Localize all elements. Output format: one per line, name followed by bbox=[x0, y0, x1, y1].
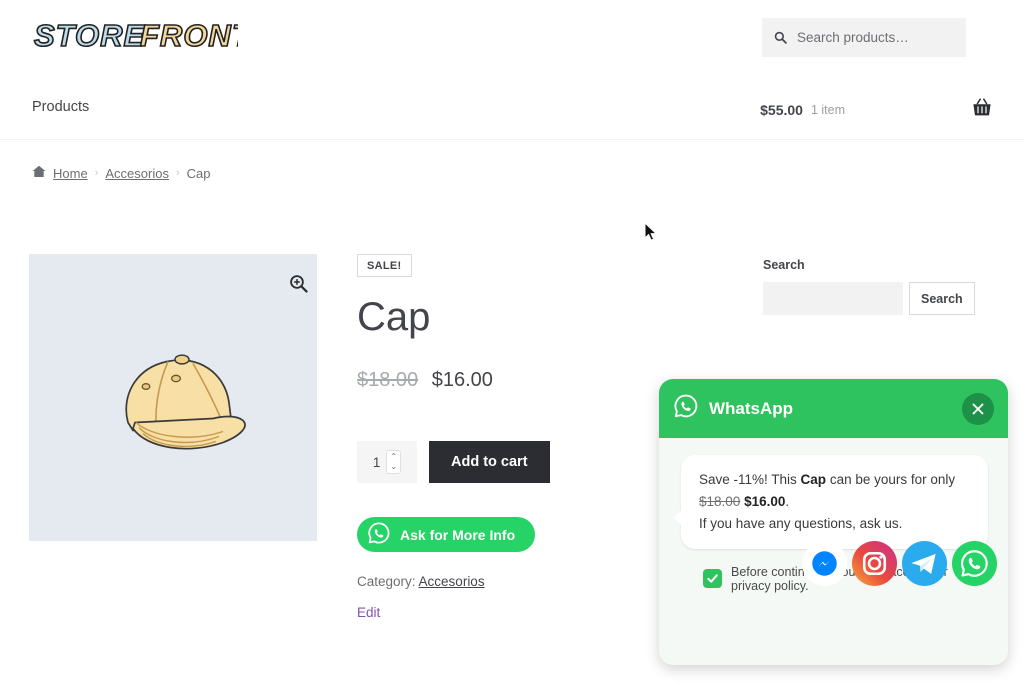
magnifier-plus-icon[interactable] bbox=[287, 272, 309, 294]
cart-total: $55.00 bbox=[760, 102, 803, 118]
search-icon bbox=[774, 31, 787, 44]
messenger-icon[interactable] bbox=[801, 540, 848, 587]
sidebar-search-heading: Search bbox=[763, 258, 805, 272]
whatsapp-widget: WhatsApp Save -11%! This Cap can be your… bbox=[659, 379, 1008, 665]
quantity-arrows[interactable]: ⌃ ⌄ bbox=[386, 450, 402, 474]
search-input[interactable] bbox=[795, 29, 954, 46]
site-logo[interactable]: STORE FRONT bbox=[32, 14, 238, 60]
sidebar: Search Search bbox=[763, 258, 975, 315]
message-line-2: $18.00 $16.00. bbox=[699, 491, 972, 513]
quantity-stepper[interactable]: 1 ⌃ ⌄ bbox=[357, 441, 417, 483]
price-current: $16.00 bbox=[431, 369, 493, 391]
message-product-name: Cap bbox=[800, 472, 827, 487]
telegram-icon[interactable] bbox=[901, 540, 948, 587]
site-header: STORE FRONT Products $55.00 1 item bbox=[0, 0, 1024, 140]
sidebar-search-widget: Search bbox=[763, 282, 975, 315]
message-text-c: can be yours for only bbox=[826, 472, 956, 487]
instagram-icon[interactable] bbox=[851, 540, 898, 587]
product-category-meta: Category: Accesorios bbox=[357, 574, 485, 589]
sidebar-search-button[interactable]: Search bbox=[909, 282, 975, 315]
home-icon[interactable] bbox=[32, 165, 46, 181]
breadcrumb-category[interactable]: Accesorios bbox=[105, 166, 169, 181]
quantity-up-icon[interactable]: ⌃ bbox=[390, 453, 397, 461]
svg-text:STORE: STORE bbox=[34, 18, 146, 53]
header-search[interactable] bbox=[762, 18, 966, 57]
quantity-down-icon[interactable]: ⌄ bbox=[390, 463, 397, 471]
basket-icon[interactable] bbox=[972, 98, 992, 122]
message-price-old: $18.00 bbox=[699, 493, 741, 509]
whatsapp-widget-body: Save -11%! This Cap can be yours for onl… bbox=[659, 438, 1008, 593]
mouse-cursor bbox=[644, 221, 658, 247]
price-original: $18.00 bbox=[357, 369, 419, 391]
social-links bbox=[801, 540, 998, 587]
breadcrumb-separator: › bbox=[94, 167, 99, 179]
sidebar-search-input[interactable] bbox=[763, 282, 903, 315]
cart-summary[interactable]: $55.00 1 item bbox=[760, 98, 992, 122]
add-to-cart-button[interactable]: Add to cart bbox=[429, 441, 550, 483]
whatsapp-widget-title: WhatsApp bbox=[709, 398, 794, 418]
message-line-3: If you have any questions, ask us. bbox=[699, 515, 903, 531]
whatsapp-icon bbox=[673, 393, 699, 424]
breadcrumb: Home › Accesorios › Cap bbox=[32, 165, 210, 181]
bubble-tail bbox=[673, 508, 683, 527]
quantity-value: 1 bbox=[372, 454, 381, 470]
product-image-cap bbox=[73, 330, 273, 465]
breadcrumb-separator-2: › bbox=[175, 167, 180, 179]
ask-for-more-info-label: Ask for More Info bbox=[400, 526, 516, 543]
cart-item-count: 1 item bbox=[810, 103, 845, 117]
category-link[interactable]: Accesorios bbox=[419, 574, 485, 589]
svg-text:FRONT: FRONT bbox=[140, 18, 238, 53]
price-row: $18.00 $16.00 bbox=[357, 369, 687, 392]
breadcrumb-current: Cap bbox=[186, 165, 211, 181]
breadcrumb-home[interactable]: Home bbox=[53, 166, 88, 181]
message-line-1: Save -11%! This Cap can be yours for onl… bbox=[699, 469, 972, 491]
page-title: Cap bbox=[357, 295, 431, 339]
nav-item-products[interactable]: Products bbox=[32, 99, 89, 115]
message-price-new: $16.00 bbox=[744, 493, 786, 509]
privacy-policy-checkbox[interactable] bbox=[703, 569, 722, 589]
edit-link[interactable]: Edit bbox=[357, 605, 380, 620]
message-text-a: Save -11%! This bbox=[699, 472, 801, 487]
product-summary: SALE! Cap $18.00 $16.00 1 ⌃ ⌄ Add to car… bbox=[357, 254, 687, 620]
purchase-controls: 1 ⌃ ⌄ Add to cart bbox=[357, 441, 550, 483]
close-icon[interactable] bbox=[962, 392, 994, 425]
ask-for-more-info-button[interactable]: Ask for More Info bbox=[357, 517, 536, 552]
whatsapp-message-bubble: Save -11%! This Cap can be yours for onl… bbox=[673, 455, 988, 549]
whatsapp-widget-header: WhatsApp bbox=[659, 379, 1008, 438]
message-period: . bbox=[785, 493, 790, 509]
product-gallery[interactable] bbox=[29, 254, 317, 541]
whatsapp-icon[interactable] bbox=[951, 540, 998, 587]
page-root: STORE FRONT Products $55.00 1 item bbox=[0, 0, 1024, 683]
sale-badge: SALE! bbox=[357, 254, 412, 277]
whatsapp-icon bbox=[367, 521, 391, 548]
category-label: Category: bbox=[357, 574, 416, 589]
